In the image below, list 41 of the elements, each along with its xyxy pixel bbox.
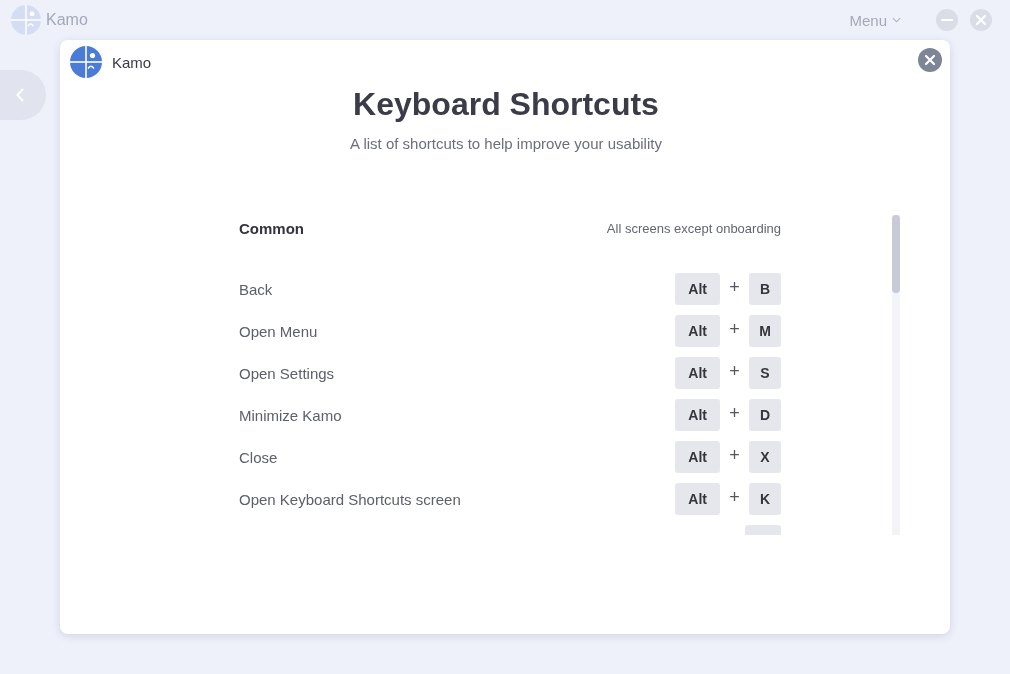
close-icon [975, 14, 987, 26]
shortcut-label: Open Settings [239, 364, 335, 382]
dialog-subtitle: A list of shortcuts to help improve your usability [350, 134, 662, 154]
key-cap: B [749, 273, 781, 305]
key-cap: Alt [675, 441, 720, 473]
shortcut-label: Minimize Kamo [239, 406, 342, 424]
logo-icon [70, 46, 102, 78]
brand-name: Kamo [112, 53, 152, 71]
key-cap: Alt [675, 273, 720, 305]
key-cap: Alt [675, 315, 720, 347]
plus-sign: + [728, 318, 741, 340]
key-cap: M [749, 315, 781, 347]
key-cap: X [749, 441, 781, 473]
back-button[interactable] [0, 70, 46, 120]
key-cap: D [749, 399, 781, 431]
plus-sign: + [728, 360, 741, 382]
shortcut-label: Back [239, 280, 273, 298]
close-button[interactable] [918, 48, 942, 72]
minimize-button[interactable] [936, 9, 958, 31]
key-cap: Alt [675, 399, 720, 431]
section-scope: All screens except onboarding [606, 220, 781, 236]
plus-sign: + [728, 402, 741, 424]
shortcut-label: Open Menu [239, 322, 318, 340]
scrollbar-thumb[interactable] [892, 215, 900, 293]
key-cap: Alt [675, 357, 720, 389]
key-cap: Alt [675, 483, 720, 515]
menu-button[interactable]: Menu [849, 11, 901, 29]
shortcut-label: Close [239, 448, 278, 466]
app-title: Kamo [46, 11, 88, 29]
key-cap: K [749, 483, 781, 515]
section-title: Common [239, 219, 304, 237]
shortcut-label: Open Keyboard Shortcuts screen [239, 490, 461, 508]
chevron-left-icon [16, 88, 24, 102]
plus-sign: + [728, 444, 741, 466]
dialog-title: Keyboard Shortcuts [353, 85, 659, 123]
plus-sign: + [728, 486, 741, 508]
close-icon [924, 54, 936, 66]
plus-sign: + [728, 276, 741, 298]
logo-icon [11, 5, 41, 35]
caret-icon [892, 17, 901, 23]
key-cap: S [749, 357, 781, 389]
